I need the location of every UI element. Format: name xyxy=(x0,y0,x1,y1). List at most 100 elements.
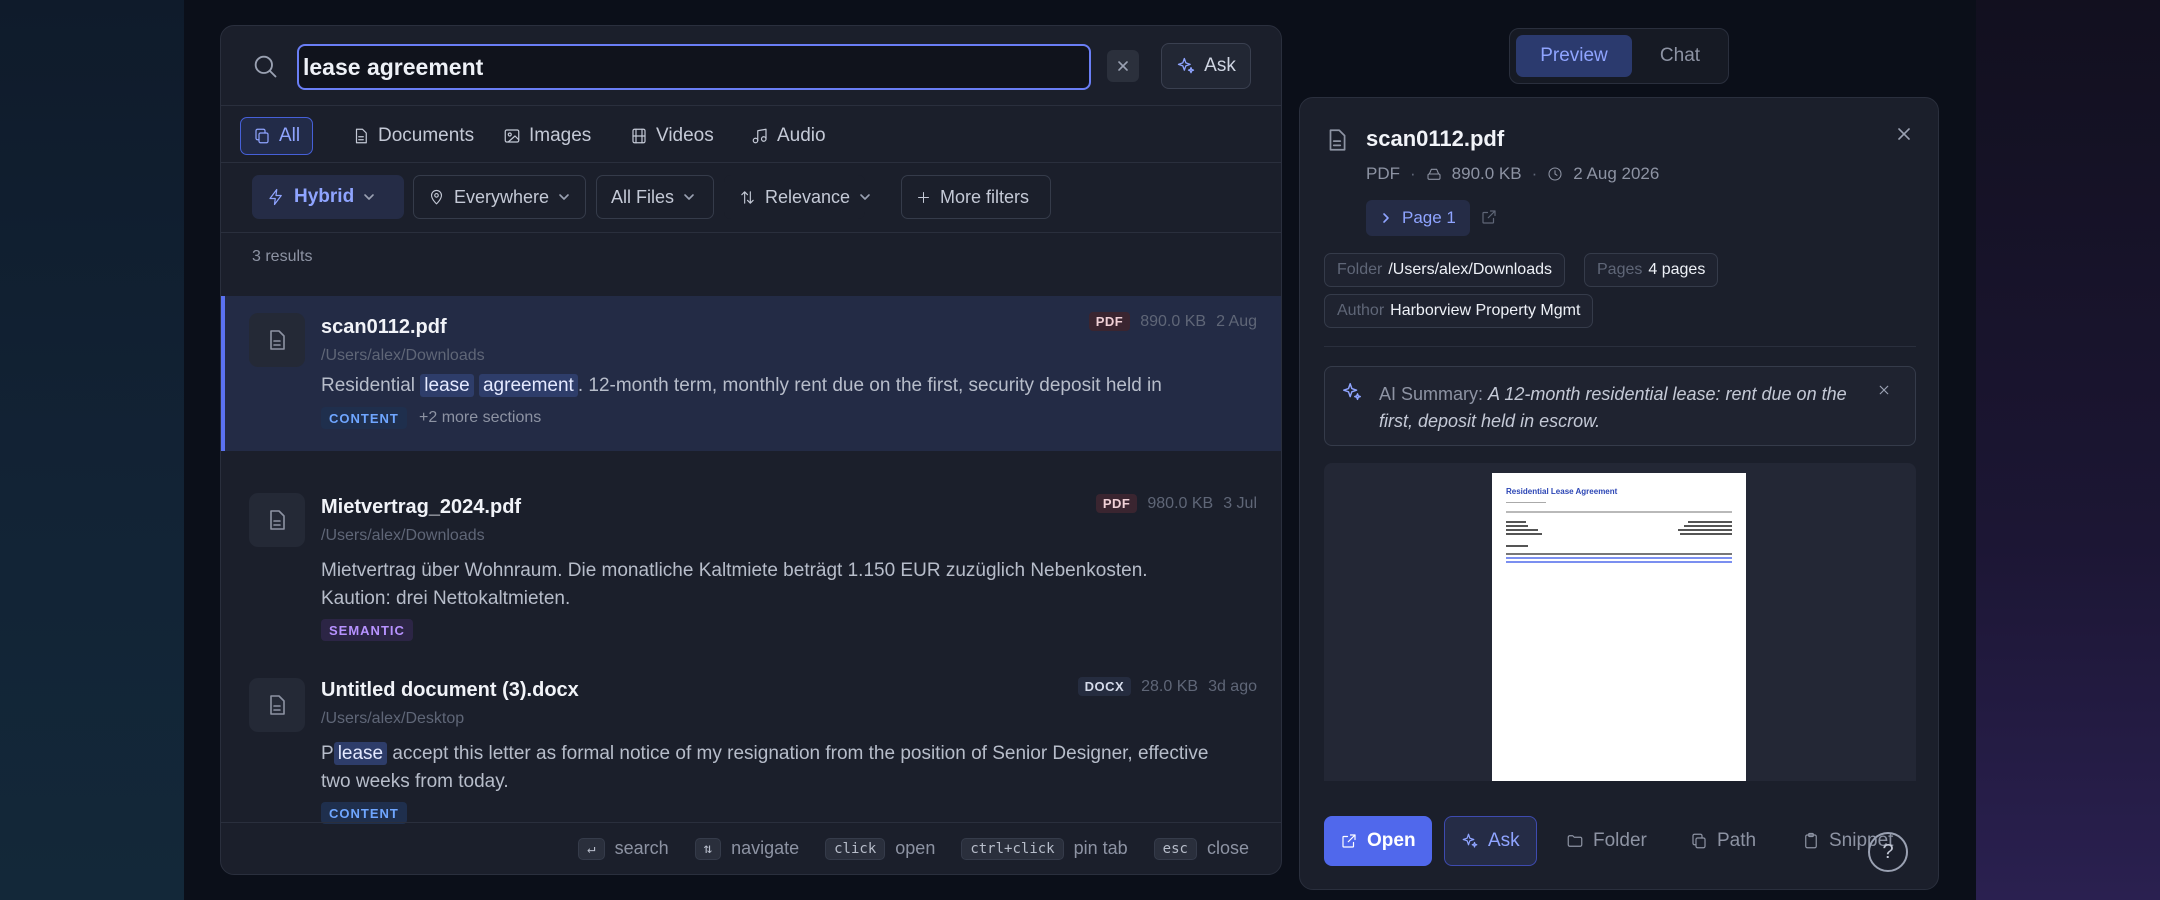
doc-highlight-line xyxy=(1506,557,1732,559)
open-label: Open xyxy=(1367,830,1416,851)
type-tabs: All Documents Images Videos Audio xyxy=(221,106,1281,163)
tab-label: Documents xyxy=(378,125,475,146)
shortcut-label: search xyxy=(614,838,669,858)
folder-chip[interactable]: Folder /Users/alex/Downloads xyxy=(1324,253,1565,287)
document-page: Residential Lease Agreement xyxy=(1492,473,1746,781)
background-right xyxy=(1976,0,2160,900)
tab-documents[interactable]: Documents xyxy=(340,117,486,155)
file-icon xyxy=(1324,126,1350,154)
doc-line xyxy=(1506,502,1546,503)
hard-drive-icon xyxy=(1426,166,1442,182)
shortcut-key: ⇅ xyxy=(694,837,722,860)
shortcut-label: navigate xyxy=(731,838,800,858)
tab-label: Images xyxy=(529,125,592,146)
ai-summary: AI Summary: A 12-month residential lease… xyxy=(1324,366,1916,446)
shortcut-key: click xyxy=(825,837,886,860)
preview-date: 2 Aug 2026 xyxy=(1573,164,1660,183)
search-panel: Ask All Documents Images Videos Audio Hy… xyxy=(220,25,1282,875)
clear-search-button[interactable] xyxy=(1107,50,1139,82)
tab-chat[interactable]: Chat xyxy=(1638,35,1722,77)
snippet-text: P xyxy=(321,743,334,764)
file-type-badge: PDF xyxy=(1095,494,1138,513)
result-meta: DOCX 28.0 KB 3d ago xyxy=(1077,677,1257,696)
chip-value: 4 pages xyxy=(1648,261,1706,278)
file-icon xyxy=(249,493,305,547)
file-size: 980.0 KB xyxy=(1147,494,1214,512)
result-item[interactable]: Mietvertrag_2024.pdf /Users/alex/Downloa… xyxy=(221,451,1281,641)
shortcut-hint: click open xyxy=(825,837,935,860)
result-name: scan0112.pdf xyxy=(321,316,447,338)
page-label: Page 1 xyxy=(1402,208,1456,227)
match-badge: CONTENT xyxy=(321,802,407,824)
close-icon[interactable] xyxy=(1875,381,1893,399)
result-item[interactable]: scan0112.pdf /Users/alex/Downloads Resid… xyxy=(221,296,1281,451)
chevron-down-icon xyxy=(859,191,871,203)
tab-audio[interactable]: Audio xyxy=(739,117,838,155)
file-type-dropdown[interactable]: All Files xyxy=(596,175,714,219)
folder-label: Folder xyxy=(1593,830,1647,851)
pages-chip: Pages 4 pages xyxy=(1584,253,1719,287)
open-button[interactable]: Open xyxy=(1324,816,1432,866)
external-link-icon[interactable] xyxy=(1480,208,1498,226)
shortcut-hint: ↵ search xyxy=(578,837,669,860)
more-sections-link[interactable]: +2 more sections xyxy=(419,409,541,427)
match-highlight: agreement xyxy=(478,374,578,397)
separator-dot: · xyxy=(1531,164,1538,183)
background-left xyxy=(0,0,184,900)
ask-button[interactable]: Ask xyxy=(1161,43,1251,89)
more-filters-button[interactable]: More filters xyxy=(901,175,1051,219)
film-icon xyxy=(630,127,648,145)
chip-value: Harborview Property Mgmt xyxy=(1390,302,1581,319)
tab-videos[interactable]: Videos xyxy=(618,117,726,155)
search-input[interactable] xyxy=(297,44,1091,90)
tab-images[interactable]: Images xyxy=(491,117,603,155)
preview-type: PDF xyxy=(1366,164,1400,183)
shortcut-key: esc xyxy=(1153,837,1197,860)
tab-label: Videos xyxy=(656,125,714,146)
ask-file-button[interactable]: Ask xyxy=(1444,816,1537,866)
match-highlight: lease xyxy=(420,374,474,397)
clipboard-icon xyxy=(1802,832,1820,850)
plus-icon xyxy=(916,190,931,205)
preview-file-name: scan0112.pdf xyxy=(1366,126,1505,151)
file-date: 3 Jul xyxy=(1223,494,1257,512)
folder-icon xyxy=(1566,832,1584,850)
shortcut-label: close xyxy=(1206,838,1249,858)
result-item[interactable]: Untitled document (3).docx /Users/alex/D… xyxy=(221,636,1281,824)
ai-summary-text: AI Summary: A 12-month residential lease… xyxy=(1379,381,1849,435)
result-name: Mietvertrag_2024.pdf xyxy=(321,496,522,518)
file-size: 890.0 KB xyxy=(1140,312,1207,330)
chip-key: Author xyxy=(1337,302,1385,319)
preview-meta: PDF · 890.0 KB · 2 Aug 2026 xyxy=(1366,164,1659,184)
view-toggle: Preview Chat xyxy=(1509,28,1729,84)
match-highlight: lease xyxy=(333,742,388,765)
shortcut-hint: ctrl+click pin tab xyxy=(961,837,1128,860)
lightning-icon xyxy=(267,188,285,206)
result-snippet: Mietvertrag über Wohnraum. Die monatlich… xyxy=(321,560,1148,609)
divider xyxy=(1324,346,1916,347)
page-jump-button[interactable]: Page 1 xyxy=(1366,200,1470,236)
location-dropdown[interactable]: Everywhere xyxy=(413,175,586,219)
tab-all[interactable]: All xyxy=(240,117,314,155)
show-folder-button[interactable]: Folder xyxy=(1550,816,1663,866)
copy-icon xyxy=(253,127,271,145)
chevron-down-icon xyxy=(363,191,375,203)
ask-label: Ask xyxy=(1488,830,1520,851)
sort-dropdown[interactable]: Relevance xyxy=(724,175,870,219)
document-preview[interactable]: Residential Lease Agreement xyxy=(1324,463,1916,781)
search-mode-dropdown[interactable]: Hybrid xyxy=(252,175,404,219)
result-snippet: Please accept this letter as formal noti… xyxy=(321,740,1221,796)
result-meta: PDF 980.0 KB 3 Jul xyxy=(1095,494,1257,513)
shortcut-label: pin tab xyxy=(1073,838,1128,858)
file-size: 28.0 KB xyxy=(1141,677,1199,695)
shortcut-hint: ⇅ navigate xyxy=(694,837,800,860)
chevron-down-icon xyxy=(558,191,570,203)
doc-rule xyxy=(1506,511,1732,513)
question-icon: ? xyxy=(1882,840,1894,863)
doc-highlight-line xyxy=(1506,561,1732,563)
sparkles-icon xyxy=(1461,832,1479,850)
copy-path-button[interactable]: Path xyxy=(1674,816,1772,866)
close-icon[interactable] xyxy=(1892,122,1916,146)
help-button[interactable]: ? xyxy=(1868,832,1908,872)
tab-preview[interactable]: Preview xyxy=(1516,35,1632,77)
